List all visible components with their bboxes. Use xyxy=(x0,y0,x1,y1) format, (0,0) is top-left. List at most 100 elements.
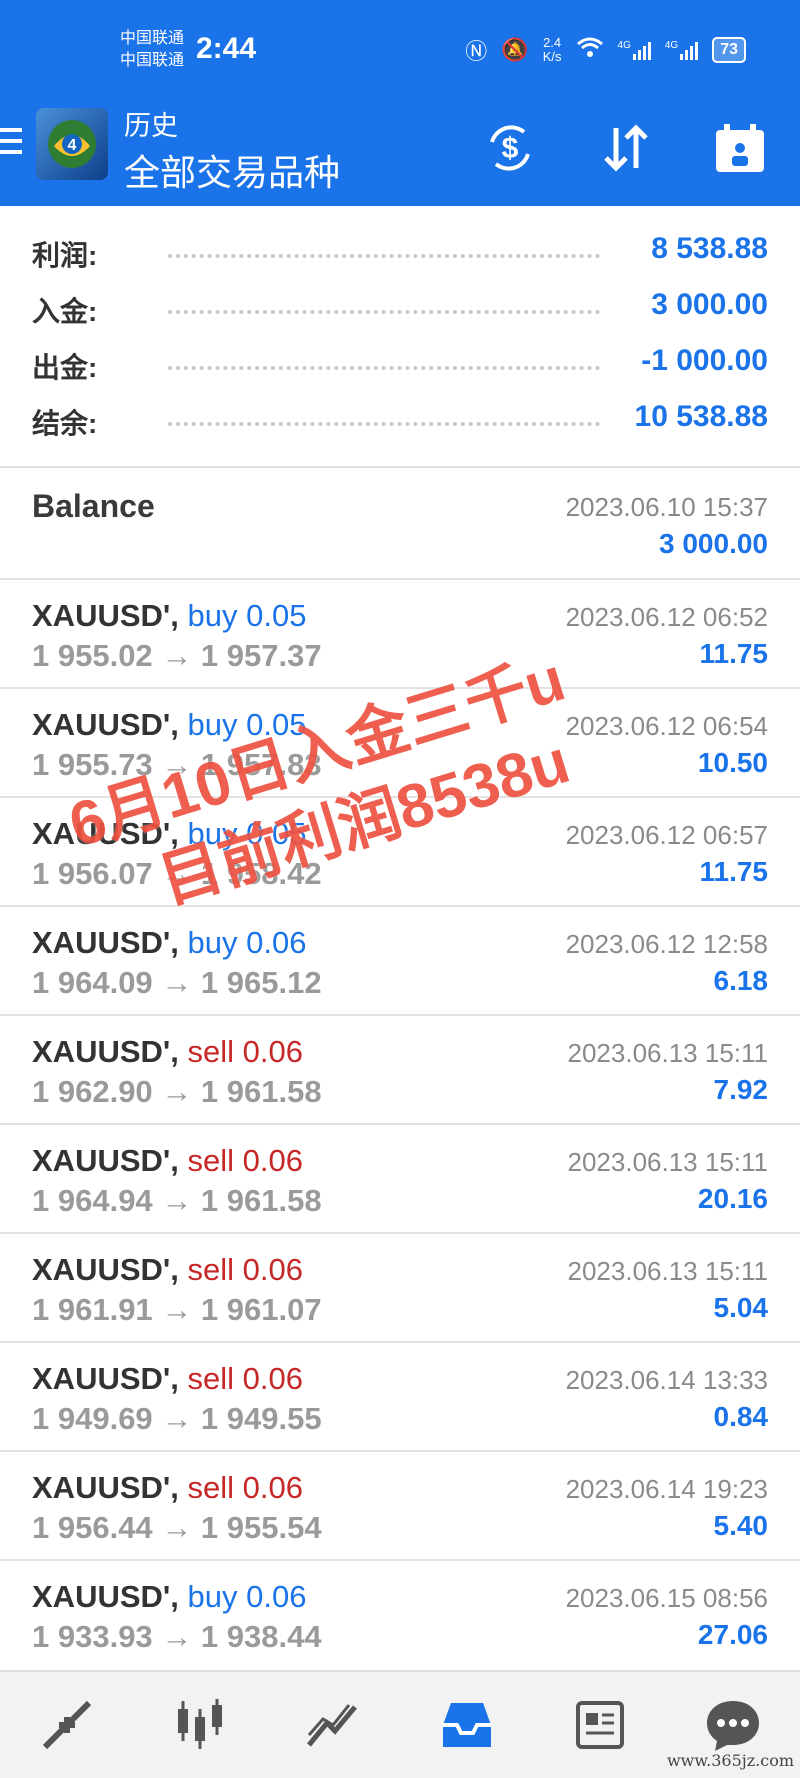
trade-symbol: XAUUSD', sell 0.06 xyxy=(32,1470,303,1506)
trade-row[interactable]: XAUUSD', sell 0.06 1 956.44 → 1 955.54 202… xyxy=(0,1450,800,1559)
summary-row-deposit: 入金: 3 000.00 xyxy=(0,282,800,338)
header-title[interactable]: 全部交易品种 xyxy=(124,144,340,196)
trade-time: 2023.06.14 13:33 xyxy=(565,1365,768,1395)
bottom-nav: www.365jz.com xyxy=(0,1670,800,1778)
balance-label: Balance xyxy=(32,488,155,524)
trade-symbol: XAUUSD', buy 0.05 xyxy=(32,816,306,852)
trade-prices: 1 949.69 → 1 949.55 xyxy=(32,1401,322,1436)
candlestick-chart-icon[interactable] xyxy=(160,1685,240,1765)
trade-profit: 5.04 xyxy=(713,1292,769,1323)
symbol-name: XAUUSD', xyxy=(32,1252,179,1287)
trade-prices: 1 956.44 → 1 955.54 xyxy=(32,1510,322,1545)
trade-profit: 20.16 xyxy=(697,1183,768,1214)
carrier-1: 中国联通 xyxy=(120,30,185,47)
dot-leader xyxy=(168,422,600,426)
trade-row[interactable]: XAUUSD', buy 0.05 1 955.73 → 1 957.83 2023… xyxy=(0,687,800,796)
trade-prices: 1 961.91 → 1 961.07 xyxy=(32,1292,322,1327)
trade-time: 2023.06.13 15:11 xyxy=(567,1038,768,1068)
trade-time: 2023.06.13 15:11 xyxy=(567,1256,768,1286)
trade-profit: 6.18 xyxy=(713,965,769,996)
summary-row-balance: 结余: 10 538.88 xyxy=(0,394,800,450)
watermark: www.365jz.com xyxy=(666,1751,794,1770)
signal-1-icon: 4G xyxy=(618,40,651,60)
carrier-names: 中国联通 中国联通 xyxy=(120,28,184,72)
calendar-icon[interactable] xyxy=(710,118,770,178)
trade-prices: 1 964.09 → 1 965.12 xyxy=(32,965,322,1000)
net-speed-unit: K/s xyxy=(542,49,562,64)
trade-symbol: XAUUSD', buy 0.05 xyxy=(32,707,306,743)
system-icons: Ⓝ 🔕 2.4 K/s 4G 4G 73 xyxy=(465,34,746,66)
trade-side: sell 0.06 xyxy=(187,1470,303,1505)
signal-1-label: 4G xyxy=(617,40,631,51)
symbol-name: XAUUSD', xyxy=(32,598,179,633)
summary-row-profit: 利润: 8 538.88 xyxy=(0,226,800,282)
trade-row[interactable]: XAUUSD', sell 0.06 1 949.69 → 1 949.55 202… xyxy=(0,1341,800,1450)
trade-time: 2023.06.12 12:58 xyxy=(565,929,768,959)
trade-profit: 7.92 xyxy=(713,1074,769,1105)
trade-side: buy 0.06 xyxy=(187,925,307,960)
dot-leader xyxy=(168,310,600,314)
signal-2-label: 4G xyxy=(664,40,679,51)
trade-side: sell 0.06 xyxy=(187,1361,303,1396)
trade-profit: 5.40 xyxy=(713,1510,769,1541)
trade-symbol: XAUUSD', sell 0.06 xyxy=(32,1143,303,1179)
carrier-2: 中国联通 xyxy=(120,52,185,69)
sort-icon[interactable] xyxy=(596,118,656,178)
balance-entry[interactable]: Balance 2023.06.10 15:37 3 000.00 xyxy=(0,468,800,578)
header-subtitle: 历史 xyxy=(124,111,178,141)
svg-text:$: $ xyxy=(502,132,519,165)
trade-time: 2023.06.12 06:54 xyxy=(565,711,768,741)
trade-symbol: XAUUSD', sell 0.06 xyxy=(32,1034,303,1070)
summary-row-withdrawal: 出金: -1 000.00 xyxy=(0,338,800,394)
trade-profit: 11.75 xyxy=(699,638,768,669)
symbol-name: XAUUSD', xyxy=(32,1034,179,1069)
symbol-name: XAUUSD', xyxy=(32,707,179,742)
status-bar: 中国联通 中国联通 2:44 Ⓝ 🔕 2.4 K/s 4G 4G 73 xyxy=(0,0,800,100)
trade-side: sell 0.06 xyxy=(187,1252,303,1287)
status-clock: 2:44 xyxy=(196,32,257,65)
battery-icon: 73 xyxy=(712,37,746,63)
symbol-name: XAUUSD', xyxy=(32,1470,179,1505)
dot-leader xyxy=(168,254,600,258)
trade-row[interactable]: XAUUSD', sell 0.06 1 964.94 → 1 961.58 202… xyxy=(0,1123,800,1232)
trade-row[interactable]: XAUUSD', buy 0.05 1 956.07 → 1 958.42 2023… xyxy=(0,796,800,905)
trade-row[interactable]: XAUUSD', sell 0.06 1 962.90 → 1 961.58 202… xyxy=(0,1014,800,1123)
nfc-icon: Ⓝ xyxy=(465,39,488,64)
balance-amount: 3 000.00 xyxy=(659,528,768,559)
quotes-arrows-icon[interactable] xyxy=(27,1685,107,1765)
trade-line-icon[interactable] xyxy=(293,1685,373,1765)
net-speed: 2.4 K/s xyxy=(543,36,562,64)
trade-time: 2023.06.12 06:57 xyxy=(565,820,768,850)
trade-symbol: XAUUSD', sell 0.06 xyxy=(32,1252,303,1288)
trade-side: sell 0.06 xyxy=(187,1143,303,1178)
trade-symbol: XAUUSD', buy 0.05 xyxy=(32,598,306,634)
summary-label: 入金: xyxy=(32,296,98,327)
trade-prices: 1 962.90 → 1 961.58 xyxy=(32,1074,322,1109)
trade-row[interactable]: XAUUSD', sell 0.06 1 961.91 → 1 961.07 202… xyxy=(0,1232,800,1341)
trade-profit: 11.75 xyxy=(699,856,768,887)
summary-value: 10 538.88 xyxy=(634,400,768,433)
app-bar: 中国联通 中国联通 2:44 Ⓝ 🔕 2.4 K/s 4G 4G 73 4 历史… xyxy=(0,0,800,206)
dollar-refresh-icon[interactable]: $ xyxy=(480,118,540,178)
trade-row[interactable]: XAUUSD', buy 0.06 1 933.93 → 1 938.44 2023… xyxy=(0,1559,800,1668)
symbol-name: XAUUSD', xyxy=(32,1143,179,1178)
symbol-name: XAUUSD', xyxy=(32,1361,179,1396)
summary-label: 利润: xyxy=(32,240,98,271)
summary-value: -1 000.00 xyxy=(641,344,768,377)
trade-side: buy 0.05 xyxy=(187,598,307,633)
history-inbox-icon[interactable] xyxy=(427,1685,507,1765)
app-logo: 4 xyxy=(36,108,108,180)
net-speed-value: 2.4 xyxy=(543,35,562,50)
trade-prices: 1 955.02 → 1 957.37 xyxy=(32,638,322,673)
symbol-name: XAUUSD', xyxy=(32,1579,179,1614)
trade-side: buy 0.06 xyxy=(187,1579,307,1614)
trade-row[interactable]: XAUUSD', buy 0.05 1 955.02 → 1 957.37 2023… xyxy=(0,578,800,687)
menu-icon[interactable] xyxy=(0,128,24,158)
news-icon[interactable] xyxy=(560,1685,640,1765)
trade-prices: 1 955.73 → 1 957.83 xyxy=(32,747,322,782)
trade-row[interactable]: XAUUSD', buy 0.06 1 964.09 → 1 965.12 2023… xyxy=(0,905,800,1014)
trade-profit: 10.50 xyxy=(697,747,768,778)
trade-symbol: XAUUSD', sell 0.06 xyxy=(32,1361,303,1397)
dot-leader xyxy=(168,366,600,370)
trade-prices: 1 956.07 → 1 958.42 xyxy=(32,856,322,891)
